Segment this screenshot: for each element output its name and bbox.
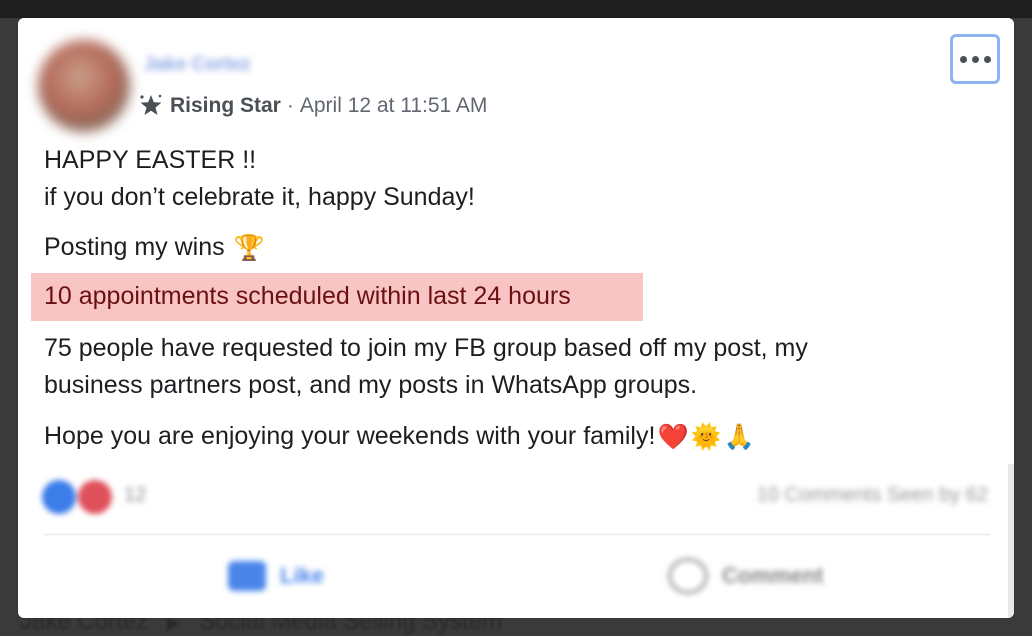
reactions-row: 12 10 Comments Seen by 62: [38, 478, 998, 518]
avatar[interactable]: [38, 40, 130, 132]
more-dot-icon: [971, 55, 979, 63]
background-top-bar: [0, 0, 1032, 18]
comments-seen-count[interactable]: 10 Comments Seen by 62: [757, 484, 988, 507]
post-line-with-emoji: Hope you are enjoying your weekends with…: [44, 418, 755, 456]
like-button[interactable]: Like: [228, 556, 324, 596]
more-dot-icon: [959, 55, 967, 63]
post-line: HAPPY EASTER !!: [44, 146, 257, 174]
trophy-icon: 🏆: [233, 233, 265, 262]
post-line: Hope you are enjoying your weekends with…: [44, 422, 656, 450]
comment-button[interactable]: Comment: [668, 556, 823, 596]
sun-icon: 🌞: [690, 422, 722, 451]
scroll-edge: [1008, 464, 1014, 618]
love-reaction-icon[interactable]: [78, 480, 112, 514]
meta-separator: ·: [286, 94, 294, 117]
reaction-count[interactable]: 12: [124, 484, 146, 507]
pray-icon: 🙏: [723, 422, 755, 451]
comment-label: Comment: [722, 563, 824, 588]
thumbs-up-icon: [228, 561, 266, 591]
highlighted-line: 10 appointments scheduled within last 24…: [44, 282, 571, 310]
post-line: 75 people have requested to join my FB g…: [44, 334, 808, 362]
post-meta: Rising Star · April 12 at 11:51 AM: [138, 92, 487, 120]
comment-bubble-icon: [668, 558, 708, 594]
post-line: Posting my wins: [44, 233, 225, 261]
like-label: Like: [280, 563, 325, 588]
divider: [44, 534, 990, 535]
post-line-with-emoji: Posting my wins 🏆: [44, 229, 265, 267]
more-dot-icon: [983, 55, 991, 63]
post-timestamp[interactable]: April 12 at 11:51 AM: [300, 94, 488, 118]
post-line: business partners post, and my posts in …: [44, 371, 698, 399]
heart-icon: ❤️: [657, 422, 689, 451]
author-name[interactable]: Jake Cortez: [144, 54, 251, 76]
badge-label[interactable]: Rising Star: [170, 94, 281, 118]
post-card: Jake Cortez Rising Star · April 12 at 11…: [18, 18, 1014, 618]
star-badge-icon: [138, 93, 164, 119]
more-options-button[interactable]: [950, 34, 1000, 84]
post-line: if you don’t celebrate it, happy Sunday!: [44, 183, 475, 211]
like-reaction-icon[interactable]: [42, 480, 76, 514]
